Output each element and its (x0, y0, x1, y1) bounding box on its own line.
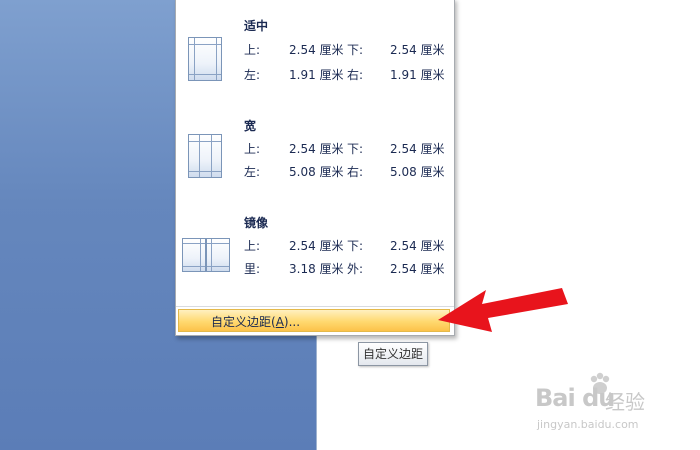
preset-name: 适中 (244, 19, 269, 33)
red-pointer-arrow-icon (438, 288, 568, 332)
preset-name: 镜像 (244, 216, 269, 230)
margin-preset-wide[interactable]: 宽 上: 2.54 厘米 下: 2.54 厘米 左: 5.08 厘米 右: 5.… (176, 99, 454, 193)
watermark-logo: Bai du (535, 384, 615, 412)
custom-margins-tooltip: 自定义边距 (358, 342, 428, 366)
watermark-url: jingyan.baidu.com (537, 418, 639, 431)
margin-preset-mirrored[interactable]: 镜像 上: 2.54 厘米 下: 2.54 厘米 里: 3.18 厘米 外: 2… (176, 196, 454, 290)
moderate-margin-icon (188, 37, 222, 81)
menu-separator (176, 306, 454, 307)
wide-margin-icon (188, 134, 222, 178)
baidu-jingyan-watermark: Bai du 经验 jingyan.baidu.com (535, 372, 675, 432)
mirrored-margin-icon (182, 238, 230, 272)
margins-dropdown-menu: 适中 上: 2.54 厘米 下: 2.54 厘米 左: 1.91 厘米 右: 1… (175, 0, 455, 336)
custom-margins-menu-item[interactable]: 自定义边距(A)... (178, 309, 450, 332)
margin-preset-moderate[interactable]: 适中 上: 2.54 厘米 下: 2.54 厘米 左: 1.91 厘米 右: 1… (176, 0, 454, 93)
custom-margins-label: 自定义边距(A)... (211, 315, 301, 329)
watermark-text: 经验 (605, 390, 645, 414)
preset-name: 宽 (244, 119, 257, 133)
